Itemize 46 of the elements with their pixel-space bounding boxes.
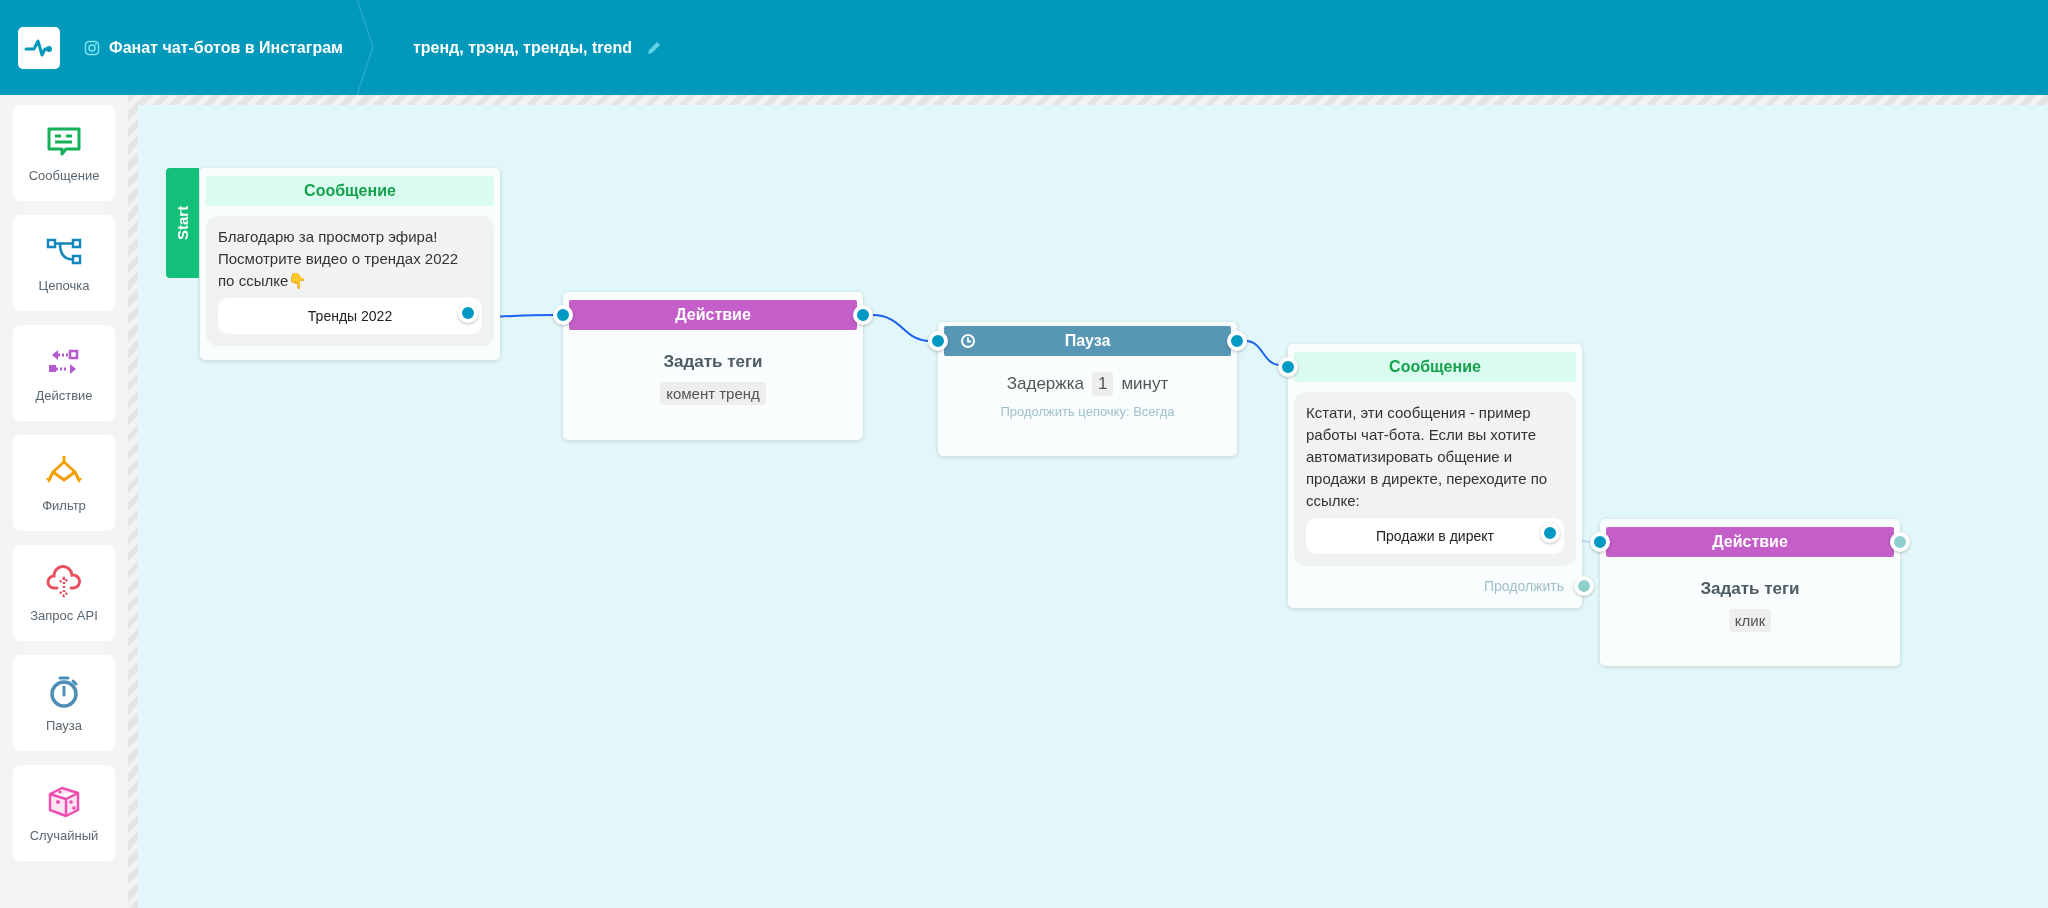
port-dot[interactable] — [553, 305, 573, 325]
palette-item[interactable]: Случайный — [13, 765, 115, 861]
port-dot[interactable] — [1890, 532, 1910, 552]
pencil-icon[interactable] — [646, 39, 662, 56]
delay-unit: минут — [1121, 374, 1169, 394]
cloud-icon — [46, 563, 82, 600]
port-dot[interactable] — [928, 331, 948, 351]
port-dot[interactable] — [1278, 357, 1298, 377]
continue-note: Продолжить цепочку: Всегда — [999, 404, 1176, 419]
start-label: Start — [166, 168, 199, 278]
action-title: Задать теги — [1699, 579, 1801, 599]
tag-chip: клик — [1728, 609, 1772, 632]
connector-line — [1245, 340, 1281, 366]
palette-item[interactable]: Фильтр — [13, 435, 115, 531]
port-dot[interactable] — [853, 305, 873, 325]
breadcrumb-chevron-icon — [354, 0, 375, 95]
port-dot[interactable] — [1227, 331, 1247, 351]
clock-icon — [960, 333, 976, 349]
port-dot[interactable] — [1590, 532, 1610, 552]
link-button[interactable]: Тренды 2022 — [218, 298, 482, 334]
flow-title: тренд, трэнд, тренды, trend — [412, 38, 632, 57]
palette-item[interactable]: Запрос API — [13, 545, 115, 641]
action-title: Задать теги — [662, 352, 764, 372]
node-header: Действие — [569, 300, 857, 330]
message-node-card[interactable]: Сообщение Благодарю за просмотр эфира! Посмотрите видео о трендах 2022 по ссылке👇 Тренды 2022 — [200, 168, 500, 360]
message-text: Кстати, эти сообщения - пример работы чат-бота. Если вы хотите автоматизировать общение и продажи в директе, переходите по ссылке: — [1306, 403, 1549, 511]
palette-item[interactable]: Сообщение — [13, 105, 115, 201]
node-header: Действие — [1606, 527, 1894, 557]
message-node-card[interactable]: Сообщение Кстати, эти сообщения - пример работы чат-бота. Если вы хотите автоматизировать общение и продажи в директе, переходите по ссылке: Продажи в директ Продолжить — [1288, 344, 1582, 608]
message-text: Благодарю за просмотр эфира! Посмотрите видео о трендах 2022 по ссылке👇 — [218, 227, 460, 291]
node-header: Пауза — [1064, 332, 1111, 350]
continue-label: Продолжить — [1483, 578, 1564, 594]
instagram-icon — [84, 39, 100, 56]
palette-item[interactable]: Действие — [13, 325, 115, 421]
tag-chip: комент тренд — [660, 382, 766, 405]
delay-label: Задержка — [1006, 374, 1084, 394]
link-button[interactable]: Продажи в директ — [1306, 518, 1564, 554]
delay-value: 1 — [1091, 372, 1114, 396]
palette-item[interactable]: Цепочка — [13, 215, 115, 311]
pulse-logo-icon[interactable] — [18, 26, 60, 69]
account-name[interactable]: Фанат чат-ботов в Инстаграм — [109, 38, 343, 57]
connector-line — [871, 314, 931, 342]
port-dot[interactable] — [1574, 576, 1594, 596]
palette-item[interactable]: Пауза — [13, 655, 115, 751]
node-header: Сообщение — [1294, 352, 1576, 382]
node-header: Сообщение — [206, 176, 494, 206]
